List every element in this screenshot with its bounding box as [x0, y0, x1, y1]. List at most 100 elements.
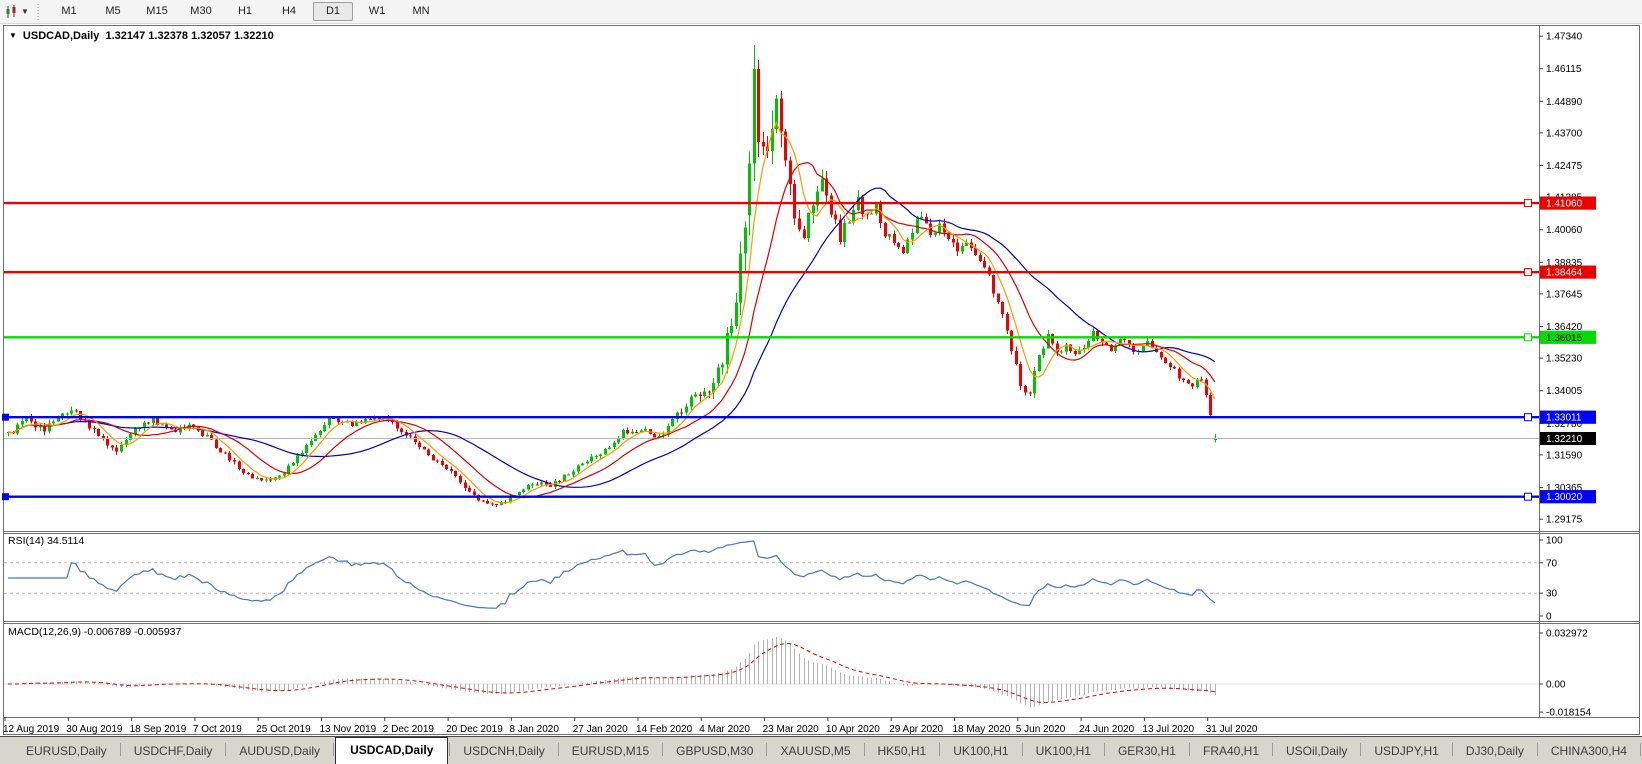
tab-separator	[939, 743, 941, 756]
svg-text:1.40060: 1.40060	[1546, 225, 1583, 236]
svg-text:1.44890: 1.44890	[1546, 97, 1583, 108]
timeframe-button-w1[interactable]: W1	[357, 2, 397, 21]
chart-tab-fra40-h1[interactable]: FRA40,H1	[1191, 740, 1271, 764]
chart-tab-ger30-h1[interactable]: GER30,H1	[1106, 740, 1188, 764]
hline-badge-1.30020: 1.30020	[1540, 490, 1596, 504]
timeframe-button-m15[interactable]: M15	[137, 2, 177, 21]
svg-text:1.35230: 1.35230	[1546, 354, 1583, 365]
chart-tab-eurusd-m15[interactable]: EURUSD,M15	[560, 740, 661, 764]
svg-text:27 Jan 2020: 27 Jan 2020	[573, 724, 628, 735]
tab-separator	[1021, 743, 1023, 756]
timeframe-button-mn[interactable]: MN	[401, 2, 441, 21]
svg-text:13 Jul 2020: 13 Jul 2020	[1142, 724, 1194, 735]
svg-text:10 Apr 2020: 10 Apr 2020	[826, 724, 880, 735]
svg-text:0: 0	[1546, 612, 1552, 623]
svg-text:1.43700: 1.43700	[1546, 128, 1583, 139]
chart-tab-xauusd-m5[interactable]: XAUUSD,M5	[768, 740, 862, 764]
chart-tab-uk100-h1[interactable]: UK100,H1	[941, 740, 1020, 764]
tab-separator	[225, 743, 227, 756]
svg-text:8 Jan 2020: 8 Jan 2020	[509, 724, 559, 735]
tab-separator	[1272, 743, 1274, 756]
chart-tab-usoil-daily[interactable]: USOil,Daily	[1274, 740, 1359, 764]
svg-text:0.00: 0.00	[1546, 680, 1566, 691]
svg-text:12 Aug 2019: 12 Aug 2019	[3, 724, 60, 735]
svg-text:100: 100	[1546, 536, 1563, 547]
tab-separator	[766, 743, 768, 756]
svg-text:-0.018154: -0.018154	[1546, 708, 1591, 719]
chart-tab-uk100-h1[interactable]: UK100,H1	[1024, 740, 1103, 764]
svg-text:29 Apr 2020: 29 Apr 2020	[889, 724, 943, 735]
timeframe-button-m5[interactable]: M5	[93, 2, 133, 21]
svg-text:1.34005: 1.34005	[1546, 386, 1583, 397]
toolbar-grip	[36, 3, 41, 20]
svg-text:70: 70	[1546, 558, 1558, 569]
chart-tab-eurusd-daily[interactable]: EURUSD,Daily	[14, 740, 119, 764]
chevron-down-icon: ▼	[21, 7, 29, 16]
svg-text:7 Oct 2019: 7 Oct 2019	[193, 724, 242, 735]
chart-tab-usdchf-daily[interactable]: USDCHF,Daily	[122, 740, 225, 764]
timeframe-button-h1[interactable]: H1	[225, 2, 265, 21]
svg-text:1.42475: 1.42475	[1546, 161, 1583, 172]
svg-text:1.33011: 1.33011	[1546, 413, 1582, 424]
svg-text:1.37645: 1.37645	[1546, 289, 1583, 300]
svg-text:1.41060: 1.41060	[1546, 199, 1583, 210]
svg-text:1.30020: 1.30020	[1546, 492, 1583, 503]
candlestick-chart-icon	[6, 4, 16, 18]
tab-separator	[1451, 743, 1453, 756]
svg-text:25 Oct 2019: 25 Oct 2019	[256, 724, 311, 735]
svg-text:1.36015: 1.36015	[1546, 333, 1583, 344]
svg-text:1.32210: 1.32210	[1546, 434, 1583, 445]
svg-text:14 Feb 2020: 14 Feb 2020	[636, 724, 693, 735]
svg-text:1.47340: 1.47340	[1546, 32, 1583, 43]
tab-separator	[119, 743, 121, 756]
chart-tab-china300-h4[interactable]: CHINA300,H4	[1539, 740, 1639, 764]
tab-separator	[1360, 743, 1362, 756]
svg-text:1.29175: 1.29175	[1546, 515, 1583, 526]
svg-text:5 Jun 2020: 5 Jun 2020	[1016, 724, 1066, 735]
tab-separator	[449, 743, 451, 756]
chart-tabbar: EURUSD,Daily USDCHF,Daily AUDUSD,Daily USDC…	[0, 736, 1642, 764]
svg-text:30: 30	[1546, 589, 1558, 600]
chart-tab-usdcad-daily[interactable]: USDCAD,Daily	[335, 737, 449, 764]
svg-text:18 May 2020: 18 May 2020	[953, 724, 1011, 735]
chart-tab-gbpusd-m30[interactable]: GBPUSD,M30	[664, 740, 765, 764]
tab-separator	[662, 743, 664, 756]
tab-separator	[863, 743, 865, 756]
timeframe-button-h4[interactable]: H4	[269, 2, 309, 21]
svg-text:31 Jul 2020: 31 Jul 2020	[1206, 724, 1258, 735]
tab-separator	[557, 743, 559, 756]
hline-badge-1.38464: 1.38464	[1540, 265, 1596, 279]
timeframe-button-m1[interactable]: M1	[49, 2, 89, 21]
tab-separator	[1103, 743, 1105, 756]
svg-text:4 Mar 2020: 4 Mar 2020	[699, 724, 750, 735]
tab-separator	[333, 743, 335, 756]
svg-text:1.46115: 1.46115	[1546, 64, 1582, 75]
tab-separator	[1188, 743, 1190, 756]
timeframe-buttons: M1 M5 M15 M30 H1 H4 D1 W1 MN	[47, 2, 443, 21]
hline-badge-1.33011: 1.33011	[1540, 410, 1596, 424]
chart-tab-hk50-h1[interactable]: HK50,H1	[866, 740, 939, 764]
timeframe-button-d1[interactable]: D1	[313, 2, 353, 21]
svg-text:20 Dec 2019: 20 Dec 2019	[446, 724, 503, 735]
svg-text:0.032972: 0.032972	[1546, 628, 1588, 639]
current-price-badge: 1.32210	[1540, 432, 1596, 445]
chart-tab-usdjpy-h1[interactable]: USDJPY,H1	[1362, 740, 1450, 764]
svg-text:30 Aug 2019: 30 Aug 2019	[66, 724, 123, 735]
chart-type-icon[interactable]: ▼	[2, 2, 32, 21]
toolbar: ▼ M1 M5 M15 M30 H1 H4 D1 W1 MN	[0, 0, 1642, 24]
chart-tab-audusd-daily[interactable]: AUDUSD,Daily	[227, 740, 332, 764]
chart-tab-usdcnh-daily[interactable]: USDCNH,Daily	[451, 740, 556, 764]
hline-badge-1.41060: 1.41060	[1540, 196, 1596, 210]
tab-separator	[1536, 743, 1538, 756]
svg-text:13 Nov 2019: 13 Nov 2019	[320, 724, 377, 735]
chart-canvas[interactable]: 1.41060 1.38464 1.36015 1.33011 1.30020 1.473…	[0, 23, 1642, 736]
svg-text:1.31590: 1.31590	[1546, 450, 1583, 461]
svg-text:23 Mar 2020: 23 Mar 2020	[763, 724, 820, 735]
timeframe-button-m30[interactable]: M30	[181, 2, 221, 21]
svg-text:2 Dec 2019: 2 Dec 2019	[383, 724, 435, 735]
hline-badge-1.36015: 1.36015	[1540, 330, 1596, 344]
svg-text:18 Sep 2019: 18 Sep 2019	[130, 724, 187, 735]
svg-text:1.38464: 1.38464	[1546, 268, 1583, 279]
svg-text:24 Jun 2020: 24 Jun 2020	[1079, 724, 1134, 735]
chart-tab-dj30-daily[interactable]: DJ30,Daily	[1454, 740, 1536, 764]
